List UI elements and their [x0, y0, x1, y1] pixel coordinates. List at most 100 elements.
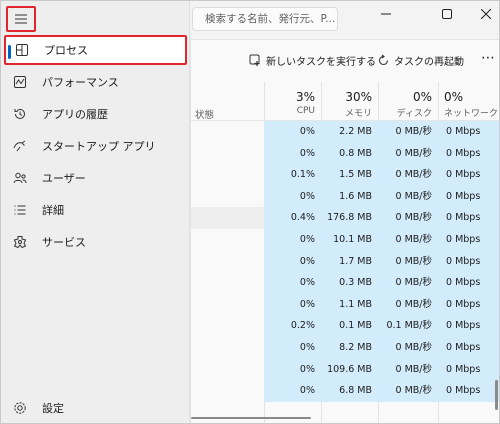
status-column-header[interactable]: 状態 — [195, 107, 214, 121]
selection-indicator — [8, 45, 11, 59]
memory-column-header[interactable]: 30% メモリ — [321, 82, 378, 120]
nav-item-processes[interactable]: プロセス — [4, 35, 187, 65]
memory-cell: 176.8 MB — [321, 207, 378, 229]
restart-task-label: タスクの再起動 — [394, 57, 464, 68]
cpu-cell: 0% — [264, 336, 321, 359]
network-cell: 0 Mbps — [438, 142, 499, 165]
network-column-header[interactable]: 0% ネットワーク — [438, 82, 499, 120]
menu-toggle-button[interactable] — [6, 6, 36, 32]
disk-cell: 0 MB/秒 — [378, 164, 438, 186]
cpu-cell: 0% — [264, 228, 321, 251]
maximize-button[interactable] — [424, 1, 470, 27]
network-cell: 0 Mbps — [438, 315, 499, 337]
restart-task-button[interactable]: タスクの再起動 — [377, 53, 464, 68]
nav-item-services[interactable]: サービス — [4, 227, 187, 257]
network-cell: 0 Mbps — [438, 336, 499, 359]
cpu-total: 3% — [295, 90, 315, 104]
services-icon — [12, 234, 28, 250]
settings-icon — [12, 400, 28, 416]
network-cell: 0 Mbps — [438, 121, 499, 143]
memory-cell: 0.3 MB — [321, 272, 378, 294]
cpu-cell: 0.1% — [264, 164, 321, 186]
network-cell: 0 Mbps — [438, 293, 499, 316]
new-task-button[interactable]: 新しいタスクを実行する — [249, 53, 376, 68]
nav-item-startup[interactable]: スタートアップ アプリ — [4, 131, 187, 161]
cpu-cell: 0% — [264, 293, 321, 316]
disk-cell: 0 MB/秒 — [378, 250, 438, 273]
table-row[interactable]: 0% 8.2 MB 0 MB/秒 0 Mbps — [191, 336, 499, 359]
nav-item-label: 設定 — [42, 402, 64, 415]
close-button[interactable] — [471, 1, 499, 27]
table-row[interactable]: 0% 1.1 MB 0 MB/秒 0 Mbps — [191, 293, 499, 316]
nav-item-history[interactable]: アプリの履歴 — [4, 99, 187, 129]
memory-cell: 6.8 MB — [321, 380, 378, 402]
navigation-pane: プロセスパフォーマンス アプリの履歴スタートアップ アプリ ユーザー詳細サービス 設… — [1, 1, 190, 423]
processes-pane: 新しいタスクを実行する タスクの再起動 ⋯ 状態 3% CPU 30% メモリ … — [190, 39, 499, 423]
table-row[interactable]: 0% 6.8 MB 0 MB/秒 0 Mbps — [191, 380, 499, 402]
cpu-column-header[interactable]: 3% CPU — [264, 82, 321, 120]
nav-item-users[interactable]: ユーザー — [4, 163, 187, 193]
table-row[interactable]: 0% 109.6 MB 0 MB/秒 0 Mbps — [191, 358, 499, 381]
memory-total: 30% — [345, 90, 372, 104]
processes-icon — [14, 42, 30, 58]
nav-item-label: プロセス — [44, 44, 88, 57]
network-cell: 0 Mbps — [438, 358, 499, 381]
table-row[interactable]: 0% 0.3 MB 0 MB/秒 0 Mbps — [191, 272, 499, 294]
network-cell: 0 Mbps — [438, 185, 499, 208]
vertical-scrollbar[interactable] — [495, 380, 498, 410]
cpu-cell: 0% — [264, 358, 321, 381]
cpu-cell: 0.2% — [264, 315, 321, 337]
network-cell: 0 Mbps — [438, 380, 499, 402]
network-cell: 0 Mbps — [438, 228, 499, 251]
users-icon — [12, 170, 28, 186]
details-icon — [12, 202, 28, 218]
nav-item-label: サービス — [42, 236, 86, 249]
memory-cell: 10.1 MB — [321, 228, 378, 251]
memory-cell: 8.2 MB — [321, 336, 378, 359]
memory-cell: 1.1 MB — [321, 293, 378, 316]
cpu-cell: 0% — [264, 121, 321, 143]
cpu-cell: 0% — [264, 185, 321, 208]
startup-icon — [12, 138, 28, 154]
table-row[interactable]: 0.1% 1.5 MB 0 MB/秒 0 Mbps — [191, 164, 499, 186]
cpu-cell: 0% — [264, 142, 321, 165]
table-row[interactable]: 0% 2.2 MB 0 MB/秒 0 Mbps — [191, 121, 499, 143]
restart-icon — [378, 54, 389, 66]
performance-icon — [12, 74, 28, 90]
network-cell: 0 Mbps — [438, 250, 499, 273]
nav-item-label: アプリの履歴 — [42, 108, 108, 121]
cpu-cell: 0.4% — [264, 207, 321, 229]
disk-cell: 0 MB/秒 — [378, 185, 438, 208]
disk-cell: 0.1 MB/秒 — [378, 315, 438, 337]
disk-cell: 0 MB/秒 — [378, 272, 438, 294]
nav-item-label: スタートアップ アプリ — [42, 140, 156, 153]
minimize-button[interactable] — [363, 1, 409, 27]
new-task-icon — [249, 54, 260, 66]
table-row[interactable]: 0.4% 176.8 MB 0 MB/秒 0 Mbps — [191, 207, 499, 229]
table-row[interactable]: 0% 10.1 MB 0 MB/秒 0 Mbps — [191, 228, 499, 251]
more-icon: ⋯ — [481, 50, 495, 66]
memory-label: メモリ — [344, 109, 372, 119]
memory-cell: 2.2 MB — [321, 121, 378, 143]
disk-cell: 0 MB/秒 — [378, 358, 438, 381]
command-bar: 新しいタスクを実行する タスクの再起動 ⋯ — [191, 40, 499, 82]
nav-item-label: パフォーマンス — [42, 76, 119, 89]
search-input[interactable]: 検索する名前、発行元、P... — [192, 7, 338, 31]
more-options-button[interactable]: ⋯ — [481, 50, 495, 66]
nav-item-settings[interactable]: 設定 — [4, 393, 187, 423]
horizontal-scrollbar[interactable] — [191, 417, 311, 419]
disk-column-header[interactable]: 0% ディスク — [378, 82, 438, 120]
table-row[interactable]: 0% 1.7 MB 0 MB/秒 0 Mbps — [191, 250, 499, 273]
cpu-label: CPU — [296, 106, 315, 116]
table-row[interactable]: 0% 0.8 MB 0 MB/秒 0 Mbps — [191, 142, 499, 165]
nav-item-details[interactable]: 詳細 — [4, 195, 187, 225]
table-row[interactable]: 0% 1.6 MB 0 MB/秒 0 Mbps — [191, 185, 499, 208]
disk-total: 0% — [412, 90, 432, 104]
minimize-icon — [381, 13, 391, 15]
table-row[interactable]: 0.2% 0.1 MB 0.1 MB/秒 0 Mbps — [191, 315, 499, 337]
network-total: 0% — [444, 90, 464, 104]
nav-item-performance[interactable]: パフォーマンス — [4, 67, 187, 97]
network-cell: 0 Mbps — [438, 272, 499, 294]
memory-cell: 109.6 MB — [321, 358, 378, 381]
nav-item-label: ユーザー — [42, 172, 86, 185]
